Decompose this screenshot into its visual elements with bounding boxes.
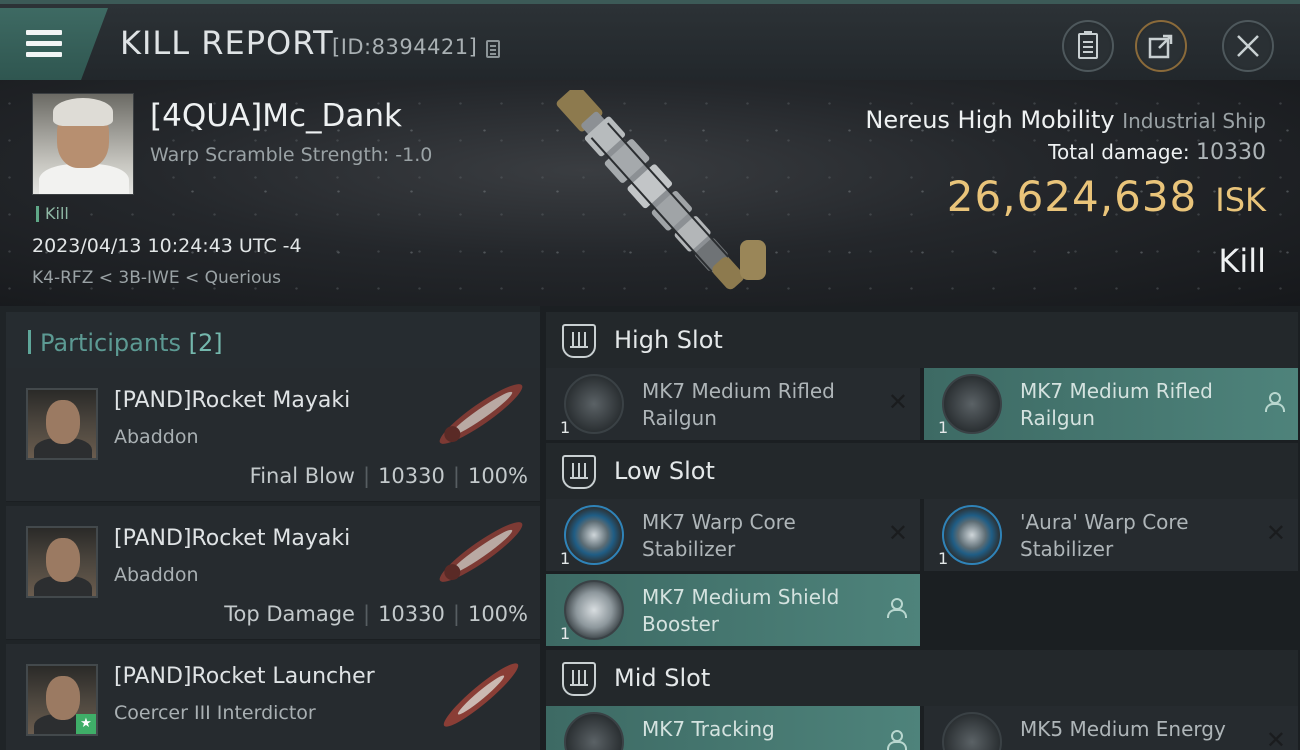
module-qty: 1 xyxy=(560,624,571,643)
victim-ship-class: Industrial Ship xyxy=(1122,109,1266,133)
module-item[interactable]: 1 'Aura' Warp Core Stabilizer ✕ xyxy=(924,499,1298,571)
module-qty: 1 xyxy=(560,549,571,568)
module-qty: 1 xyxy=(938,549,949,568)
menu-icon xyxy=(26,30,62,58)
participant-ship: Coercer III Interdictor xyxy=(114,702,316,724)
participant-row[interactable]: ★ [PAND]Rocket Launcher Coercer III Inte… xyxy=(6,644,540,750)
participant-name: [PAND]Rocket Mayaki xyxy=(114,526,351,551)
participant-ship-image xyxy=(439,384,523,444)
total-damage: Total damage: 10330 xyxy=(1048,140,1266,165)
destroyed-icon: ✕ xyxy=(1265,726,1286,750)
tracking-computer-icon xyxy=(564,712,624,750)
shield-booster-icon xyxy=(564,580,624,640)
mid-slot-header: Mid Slot xyxy=(546,650,1298,706)
module-item[interactable]: MK7 Tracking xyxy=(546,706,920,750)
copy-icon[interactable] xyxy=(486,40,500,58)
high-slot-icon xyxy=(562,324,596,358)
isk-amount: 26,624,638 xyxy=(946,172,1198,221)
participant-ship: Abaddon xyxy=(114,564,199,586)
energy-module-icon xyxy=(942,712,1002,750)
slot-label: Low Slot xyxy=(614,457,715,485)
module-qty: 1 xyxy=(938,418,949,437)
kill-tag: Kill xyxy=(36,206,69,222)
total-damage-value: 10330 xyxy=(1196,140,1266,165)
module-item[interactable]: 1 MK7 Medium Shield Booster xyxy=(546,574,920,646)
participants-count: [2] xyxy=(188,329,223,357)
kill-datetime: 2023/04/13 10:24:43 UTC -4 xyxy=(32,235,302,257)
module-name: MK7 Warp Core Stabilizer xyxy=(642,510,796,561)
module-name: MK7 Medium Rifled Railgun xyxy=(1020,379,1213,430)
victim-portrait[interactable] xyxy=(32,93,134,195)
high-slot-header: High Slot xyxy=(546,312,1298,368)
warp-scramble-strength: Warp Scramble Strength: -1.0 xyxy=(150,144,433,166)
participant-name: [PAND]Rocket Mayaki xyxy=(114,388,351,413)
module-item[interactable]: 1 MK7 Medium Rifled Railgun xyxy=(924,368,1298,440)
share-icon xyxy=(1148,34,1173,59)
participants-label: Participants xyxy=(40,329,181,357)
victim-ship-image xyxy=(556,90,766,290)
participant-row[interactable]: [PAND]Rocket Mayaki Abaddon Final Blow | 1… xyxy=(6,368,540,502)
victim-ship-name[interactable]: Nereus High Mobility Industrial Ship xyxy=(865,106,1266,134)
isk-unit: ISK xyxy=(1215,181,1266,219)
dropped-icon xyxy=(1264,392,1285,412)
clipboard-icon xyxy=(1078,31,1098,59)
module-name: MK7 Medium Rifled Railgun xyxy=(642,379,835,430)
report-id: [ID:8394421] xyxy=(332,35,478,59)
isk-value: 26,624,638 ISK xyxy=(947,172,1266,221)
participants-header: Participants [2] xyxy=(6,312,540,372)
module-qty: 1 xyxy=(560,418,571,437)
avatar[interactable]: ★ xyxy=(26,664,98,736)
destroyed-icon: ✕ xyxy=(887,519,908,547)
victim-pilot-name: [4QUA]Mc_Dank xyxy=(150,98,402,134)
result-label: Kill xyxy=(1218,242,1266,280)
module-name: MK7 Tracking xyxy=(642,717,775,741)
slot-label: Mid Slot xyxy=(614,664,711,692)
module-item[interactable]: MK5 Medium Energy ✕ xyxy=(924,706,1298,750)
star-icon: ★ xyxy=(76,714,96,734)
avatar[interactable] xyxy=(26,526,98,598)
kill-location: K4-RFZ < 3B-IWE < Querious xyxy=(32,268,281,288)
participant-ship: Abaddon xyxy=(114,426,199,448)
module-name: 'Aura' Warp Core Stabilizer xyxy=(1020,510,1189,561)
clipboard-button[interactable] xyxy=(1062,20,1114,72)
close-icon xyxy=(1237,35,1259,57)
close-button[interactable] xyxy=(1222,20,1274,72)
participant-name: [PAND]Rocket Launcher xyxy=(114,664,375,689)
slot-label: High Slot xyxy=(614,326,723,354)
participant-row[interactable]: [PAND]Rocket Mayaki Abaddon Top Damage | 1… xyxy=(6,506,540,640)
low-slot-header: Low Slot xyxy=(546,443,1298,499)
avatar[interactable] xyxy=(26,388,98,460)
railgun-icon xyxy=(564,374,624,434)
participants-panel: Participants [2] [PAND]Rocket Mayaki Aba… xyxy=(0,306,540,750)
railgun-icon xyxy=(942,374,1002,434)
destroyed-icon: ✕ xyxy=(1265,519,1286,547)
warp-core-stabilizer-icon xyxy=(942,505,1002,565)
mid-slot-icon xyxy=(562,662,596,696)
participant-stats: Top Damage | 10330 | 100% xyxy=(224,602,528,626)
page-title: KILL REPORT xyxy=(120,24,334,62)
warp-core-stabilizer-icon xyxy=(564,505,624,565)
module-item[interactable]: 1 MK7 Warp Core Stabilizer ✕ xyxy=(546,499,920,571)
participant-ship-image xyxy=(439,522,523,582)
module-item[interactable]: 1 MK7 Medium Rifled Railgun ✕ xyxy=(546,368,920,440)
participant-stats: Final Blow | 10330 | 100% xyxy=(249,464,528,488)
low-slot-icon xyxy=(562,455,596,489)
dropped-icon xyxy=(886,730,907,750)
menu-button[interactable] xyxy=(0,8,108,80)
fitting-panel: High Slot 1 MK7 Medium Rifled Railgun ✕ … xyxy=(540,306,1300,750)
dropped-icon xyxy=(886,598,907,618)
victim-summary: [4QUA]Mc_Dank Warp Scramble Strength: -1… xyxy=(0,80,1300,306)
share-button[interactable] xyxy=(1135,20,1187,72)
module-name: MK7 Medium Shield Booster xyxy=(642,585,840,636)
top-bar: KILL REPORT [ID:8394421] xyxy=(0,0,1300,80)
module-name: MK5 Medium Energy xyxy=(1020,717,1226,741)
destroyed-icon: ✕ xyxy=(887,388,908,416)
participant-ship-image xyxy=(443,663,519,727)
